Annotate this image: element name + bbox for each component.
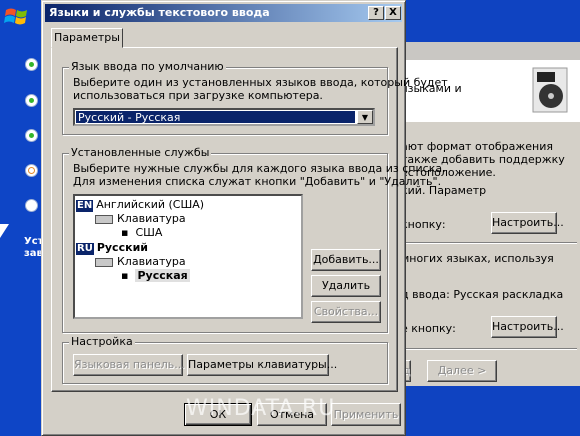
site-watermark: WINDATA.RU [186, 396, 336, 421]
desc-line-6: многих языках, используя [401, 252, 554, 265]
keyboard-icon [95, 257, 113, 267]
english-label: Английский (США) [96, 198, 205, 211]
windows-logo-icon [4, 8, 27, 25]
en-badge-icon: EN [76, 200, 94, 212]
tab-settings[interactable]: Параметры [51, 28, 123, 48]
bullet-icon: ▪ [121, 269, 129, 282]
preferences-legend: Настройка [69, 335, 135, 348]
keyboard-icon [95, 214, 113, 224]
ru-badge-icon: RU [76, 243, 94, 255]
language-bar-button[interactable]: Языковая панель... [73, 354, 185, 376]
step-radio-4 [25, 164, 38, 177]
chevron-down-icon[interactable]: ▼ [357, 110, 373, 124]
apply-button[interactable]: Применить [331, 403, 401, 426]
regional-options-window: языками и ают формат отображения также д… [400, 42, 580, 386]
default-language-select[interactable]: Русский - Русская ▼ [73, 108, 375, 126]
globe-disk-icon [532, 67, 568, 113]
settings-panel: Язык ввода по умолчанию Выберите один из… [51, 47, 448, 392]
close-button[interactable]: X [385, 6, 401, 20]
remove-button[interactable]: Удалить [311, 275, 381, 297]
add-button[interactable]: Добавить... [311, 249, 381, 271]
text-services-dialog: Языки и службы текстового ввода ? X Пара… [41, 0, 448, 436]
installed-services-desc-2: Для изменения списка служат кнопки "Доба… [73, 175, 442, 188]
regional-options-titlebar [401, 42, 580, 60]
default-language-legend: Язык ввода по умолчанию [69, 60, 226, 73]
properties-button[interactable]: Свойства... [311, 301, 381, 323]
en-layout-label: США [135, 226, 163, 239]
en-keyboard-label: Клавиатура [117, 212, 186, 225]
desc-line-5: кнопку: [401, 218, 446, 231]
tree-item-ru-keyboard[interactable]: Клавиатура [95, 255, 186, 269]
dialog-title: Языки и службы текстового ввода [49, 6, 270, 19]
ru-layout-label: Русская [135, 269, 190, 282]
help-button[interactable]: ? [368, 6, 384, 20]
desc-line-7: д ввода: Русская раскладка [401, 288, 564, 301]
separator-2 [401, 348, 577, 350]
installed-services-legend: Установленные службы [69, 146, 212, 159]
tree-item-ru-layout[interactable]: ▪ Русская [121, 269, 190, 283]
step-radio-3 [25, 129, 38, 142]
step-radio-5 [25, 199, 38, 212]
default-language-value: Русский - Русская [76, 111, 355, 124]
preferences-group: Настройка Языковая панель... Параметры к… [62, 335, 388, 384]
step-radio-1 [25, 58, 38, 71]
installed-services-desc-1: Выберите нужные службы для каждого языка… [73, 162, 446, 175]
dialog-titlebar: Языки и службы текстового ввода ? X [45, 4, 402, 22]
tree-item-russian[interactable]: RU Русский [76, 241, 148, 255]
installed-services-group: Установленные службы Выберите нужные слу… [62, 146, 446, 333]
keyboard-settings-button[interactable]: Параметры клавиатуры... [187, 354, 337, 376]
configure-button-1[interactable]: Настроить... [491, 212, 564, 234]
desc-line-1: ают формат отображения [401, 140, 553, 153]
tree-item-english[interactable]: EN Английский (США) [76, 198, 204, 212]
ru-keyboard-label: Клавиатура [117, 255, 186, 268]
desc-line-8: е кнопку: [401, 322, 456, 335]
default-language-desc-2: использоваться при загрузке компьютера. [73, 89, 323, 102]
step-radio-2 [25, 94, 38, 107]
default-language-desc-1: Выберите один из установленных языков вв… [73, 76, 448, 89]
separator-1 [401, 242, 577, 244]
services-tree[interactable]: EN Английский (США) Клавиатура ▪ США RU Ру… [73, 194, 303, 319]
russian-label: Русский [96, 241, 148, 254]
default-language-group: Язык ввода по умолчанию Выберите один из… [62, 60, 448, 135]
configure-button-2[interactable]: Настроить... [491, 316, 564, 338]
tree-item-en-layout[interactable]: ▪ США [121, 226, 162, 240]
tree-item-en-keyboard[interactable]: Клавиатура [95, 212, 186, 226]
mouse-cursor-icon [0, 224, 9, 238]
bullet-icon: ▪ [121, 226, 129, 239]
regional-options-header: языками и [401, 60, 580, 122]
next-button[interactable]: Далее > [427, 360, 497, 382]
